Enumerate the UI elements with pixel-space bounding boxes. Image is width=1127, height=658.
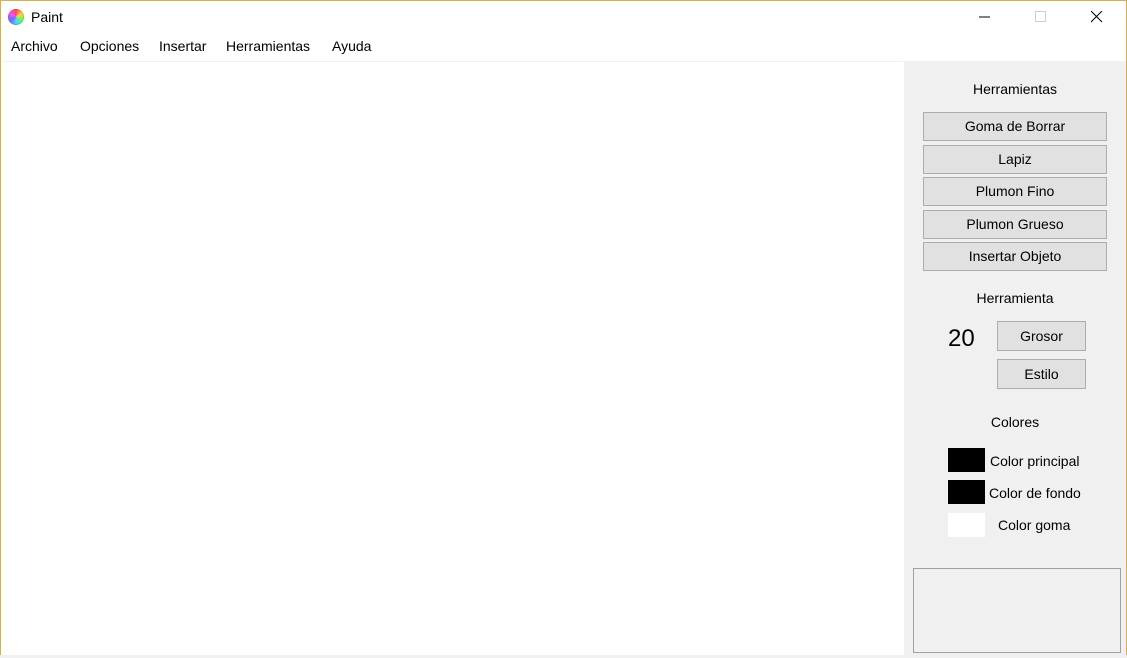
close-icon <box>1090 10 1103 23</box>
window-title: Paint <box>31 9 63 25</box>
menu-insertar[interactable]: Insertar <box>157 38 208 54</box>
preview-box <box>913 568 1121 653</box>
paint-window: Paint Archivo Opciones Insertar Herramie… <box>0 0 1127 658</box>
pencil-tool-button[interactable]: Lapiz <box>923 145 1107 174</box>
close-button[interactable] <box>1074 1 1120 33</box>
drawing-canvas[interactable] <box>3 61 903 657</box>
estilo-button[interactable]: Estilo <box>997 359 1086 389</box>
eraser-color-swatch[interactable] <box>948 513 985 537</box>
thick-marker-tool-button[interactable]: Plumon Grueso <box>923 210 1107 239</box>
title-bar: Paint <box>1 1 1126 33</box>
minimize-icon <box>979 16 990 18</box>
paint-app-icon <box>8 9 24 25</box>
primary-color-label: Color principal <box>990 453 1080 469</box>
tools-heading: Herramientas <box>972 81 1058 97</box>
eraser-tool-button[interactable]: Goma de Borrar <box>923 112 1107 141</box>
eraser-color-label: Color goma <box>998 517 1071 533</box>
maximize-button[interactable] <box>1018 1 1064 33</box>
tools-panel: Herramientas Goma de Borrar Lapiz Plumon… <box>904 61 1126 657</box>
tool-heading: Herramienta <box>976 290 1054 306</box>
colors-heading: Colores <box>990 414 1040 430</box>
primary-color-swatch[interactable] <box>948 448 985 472</box>
minimize-button[interactable] <box>962 1 1008 33</box>
background-color-label: Color de fondo <box>989 485 1081 501</box>
thin-marker-tool-button[interactable]: Plumon Fino <box>923 177 1107 206</box>
menu-ayuda[interactable]: Ayuda <box>330 38 373 54</box>
menu-herramientas[interactable]: Herramientas <box>224 38 312 54</box>
menu-opciones[interactable]: Opciones <box>78 38 141 54</box>
insert-object-tool-button[interactable]: Insertar Objeto <box>923 242 1107 271</box>
background-color-swatch[interactable] <box>948 480 985 504</box>
grosor-button[interactable]: Grosor <box>997 321 1086 351</box>
menu-bar: Archivo Opciones Insertar Herramientas A… <box>1 34 1126 58</box>
maximize-icon <box>1035 11 1046 22</box>
menu-archivo[interactable]: Archivo <box>9 38 60 54</box>
thickness-value: 20 <box>948 325 975 352</box>
